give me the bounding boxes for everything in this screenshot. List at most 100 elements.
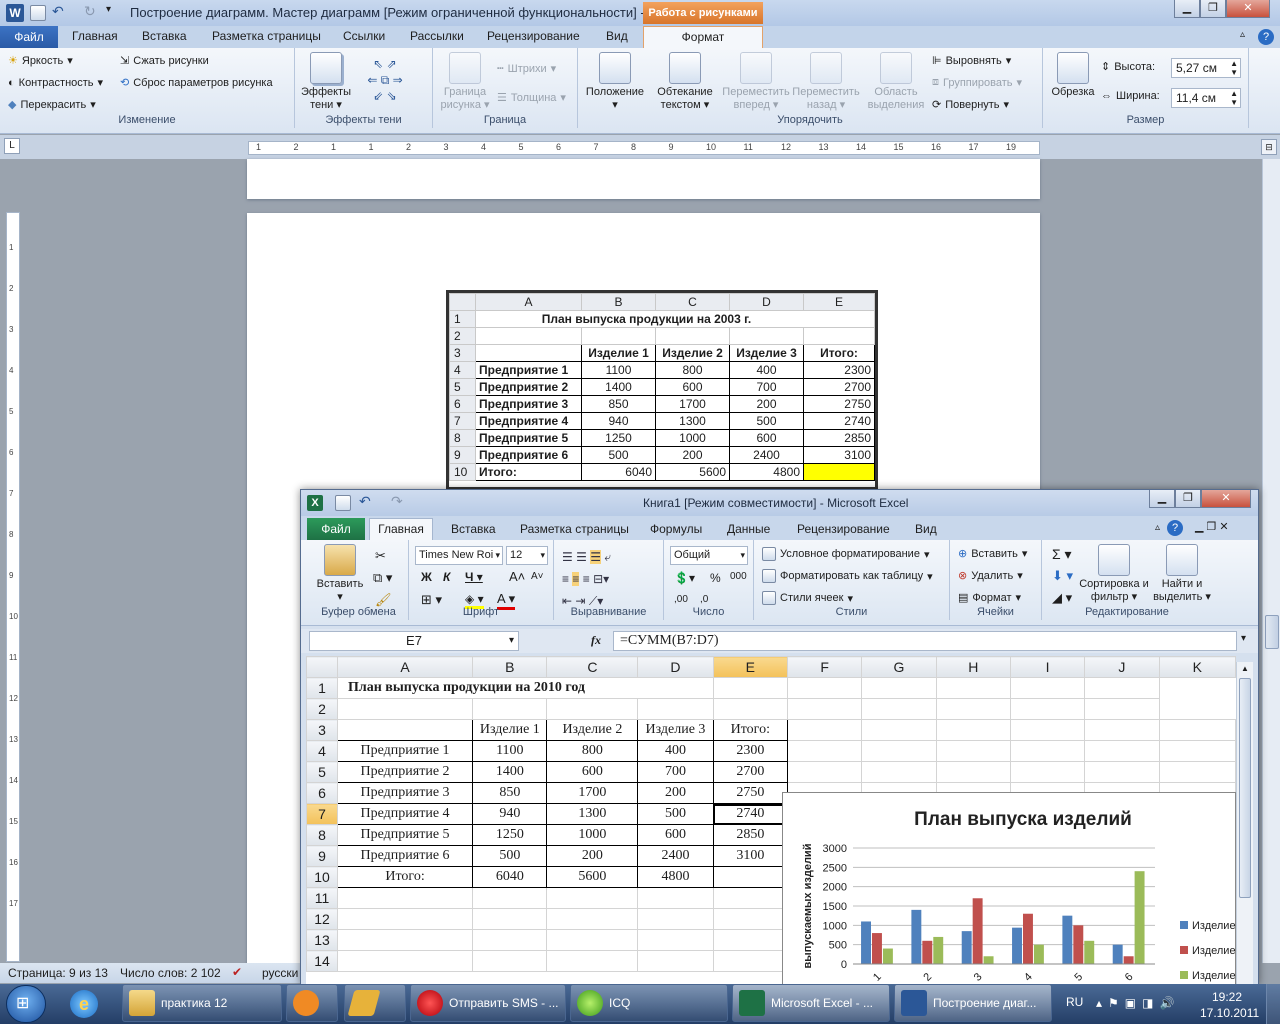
row-header[interactable]: 2 [449,327,476,345]
total-cell[interactable]: 5600 [655,463,730,481]
taskbar-item-excel[interactable]: Microsoft Excel - ... [732,984,890,1022]
send-backward-button[interactable]: Переместить назад ▾ [792,52,860,112]
total-label[interactable]: Итого: [475,463,582,481]
ruler-toggle-icon[interactable]: ⊟ [1261,139,1277,155]
language-indicator[interactable]: RU [1066,995,1083,1009]
value-cell[interactable]: 2400 [729,446,804,464]
row-header[interactable]: 4 [306,740,338,762]
tab-references[interactable]: Ссылки [343,29,385,43]
spin-icon[interactable]: ▲ ▼ [1230,89,1238,107]
cell[interactable] [1084,677,1160,699]
taskbar-item-folder[interactable]: практика 12 [122,984,282,1022]
value-cell[interactable]: 400 [637,740,714,762]
cell[interactable] [1084,719,1160,741]
row-header[interactable]: 2 [306,698,338,720]
cell[interactable] [935,740,1011,762]
chart[interactable]: План выпуска изделий 0 500 1000 1500 2000 2500… [782,792,1236,984]
row-header[interactable]: 5 [306,761,338,783]
formula-input[interactable]: =СУММ(B7:D7) [613,631,1237,651]
tab-mailings[interactable]: Рассылки [410,29,464,43]
cell[interactable] [1009,698,1086,720]
underline-icon[interactable]: Ч ▾ [465,570,483,584]
horizontal-ruler[interactable]: L 1 2 1 1 2 3 4 5 6 7 8 9 10 11 12 13 14 15 16 17 19 ⊟ [0,135,1280,159]
value-cell[interactable]: 940 [581,412,656,430]
align-top-icon[interactable]: ☰ [562,550,573,564]
cell[interactable] [786,761,863,783]
cell[interactable] [786,698,863,720]
value-cell[interactable]: 1250 [472,824,548,846]
row-header[interactable]: 14 [306,950,338,972]
row-header[interactable]: 9 [306,845,338,867]
currency-icon[interactable]: 💲▾ [674,571,695,585]
total-cell[interactable]: 4800 [637,866,714,888]
tab-review[interactable]: Рецензирование [487,29,580,43]
row-header[interactable]: 7 [449,412,476,430]
cell[interactable] [712,908,788,930]
taskbar-item-opera[interactable]: Отправить SMS - ... [410,984,566,1022]
increase-decimal-icon[interactable]: ,00 [674,594,688,605]
taskbar-item-icq[interactable]: ICQ [570,984,728,1022]
cell[interactable] [1158,761,1236,783]
value-cell[interactable]: 850 [472,782,548,804]
value-cell[interactable]: 600 [637,824,714,846]
value-cell[interactable]: 1300 [655,412,730,430]
header-cell[interactable]: Итого: [803,344,875,362]
value-cell[interactable]: 600 [655,378,730,396]
insert-cells-button[interactable]: ⊕ Вставить ▾ [958,547,1027,561]
font-name-select[interactable]: Times New Roi ▾ [415,546,503,565]
cell[interactable] [336,908,474,930]
align-button[interactable]: ⊫ Выровнять ▾ [932,54,1011,68]
format-cells-button[interactable]: ▤ Формат ▾ [958,591,1021,605]
cell[interactable] [336,698,474,720]
ie-icon[interactable]: e [70,990,98,1018]
row-label[interactable]: Предприятие 6 [336,845,474,867]
show-desktop-button[interactable] [1266,984,1280,1024]
cell[interactable] [336,929,474,951]
cell[interactable] [637,908,714,930]
row-header[interactable]: 3 [449,344,476,362]
row-label[interactable]: Предприятие 2 [475,378,582,396]
cell[interactable] [786,719,863,741]
total-cell[interactable]: 6040 [581,463,656,481]
tab-format[interactable]: Формат [643,26,763,48]
excel-tab-data[interactable]: Данные [727,522,770,536]
col-header[interactable]: D [729,293,804,311]
value-cell[interactable]: 2850 [712,824,788,846]
cell[interactable] [475,344,582,362]
column-header[interactable]: E [712,656,788,678]
tab-insert[interactable]: Вставка [142,29,187,43]
cell[interactable] [1009,761,1086,783]
grow-font-icon[interactable]: A˄ [509,569,525,584]
align-bottom-icon[interactable]: ☰ [590,550,601,564]
shrink-font-icon[interactable]: A˅ [531,571,544,582]
cell[interactable] [546,698,639,720]
cell[interactable] [712,950,788,972]
excel-app-icon[interactable]: X [307,495,323,511]
row-label[interactable]: Предприятие 6 [475,446,582,464]
expand-formula-icon[interactable]: ▾ [1241,633,1246,644]
value-cell[interactable]: 3100 [712,845,788,867]
save-icon[interactable] [30,5,46,21]
excel-redo-icon[interactable]: ↷ [391,493,403,510]
bring-forward-button[interactable]: Переместить вперед ▾ [722,52,790,112]
value-cell[interactable]: 1400 [472,761,548,783]
cell[interactable] [336,719,474,741]
cell[interactable] [861,719,937,741]
cell[interactable] [712,887,788,909]
row-header[interactable]: 1 [449,310,476,328]
column-header[interactable]: A [336,656,474,678]
row-label[interactable]: Предприятие 3 [336,782,474,804]
cell[interactable] [581,327,656,345]
excel-close-button[interactable]: ✕ [1201,490,1251,508]
header-cell[interactable]: Изделие 1 [472,719,548,741]
value-cell[interactable]: 600 [729,429,804,447]
tab-home[interactable]: Главная [72,29,118,43]
ribbon-collapse-icon[interactable]: ▵ [1240,29,1245,40]
value-cell[interactable]: 2400 [637,845,714,867]
total-cell[interactable]: 5600 [546,866,639,888]
language-status[interactable]: русски [262,966,298,980]
quick-access-menu-icon[interactable]: ▾ [106,4,111,15]
height-input[interactable]: 5,27 см ▲ ▼ [1171,58,1241,78]
taskbar-item-tool[interactable] [344,984,406,1022]
excel-tab-layout[interactable]: Разметка страницы [520,522,629,536]
